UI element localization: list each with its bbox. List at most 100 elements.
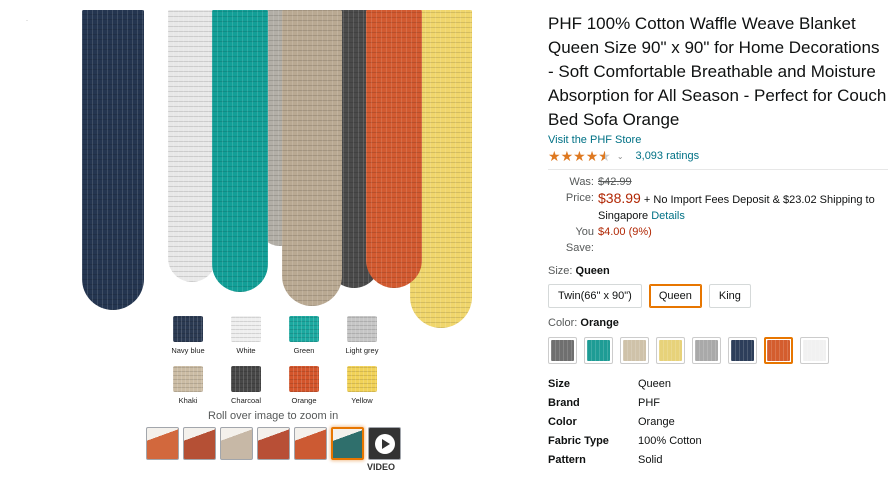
image-thumbnail[interactable] [294, 427, 327, 460]
size-section-label: Size: Queen [548, 265, 610, 277]
blanket-0 [82, 10, 144, 310]
image-thumbnail[interactable] [183, 427, 216, 460]
spec-key: Fabric Type [548, 434, 609, 447]
image-thumbnail[interactable] [146, 427, 179, 460]
color-option-image [623, 340, 646, 361]
size-option-button[interactable]: Queen [648, 284, 702, 308]
color-option-image [767, 340, 790, 361]
spec-row: Fabric Type 100% Cotton [548, 431, 888, 450]
color-option-swatch[interactable] [656, 337, 685, 364]
details-link[interactable]: Details [651, 210, 685, 222]
swatch-chart-box [289, 366, 319, 392]
color-option-image [731, 340, 754, 361]
spec-row: Size Queen [548, 374, 888, 393]
swatch-chart-label: Charcoal [230, 396, 261, 405]
color-options [548, 337, 888, 364]
color-option-image [659, 340, 682, 361]
selected-color: Orange [580, 317, 619, 329]
color-option-swatch[interactable] [692, 337, 721, 364]
spec-key: Size [548, 377, 571, 390]
selected-size: Queen [575, 265, 610, 277]
color-option-swatch[interactable] [584, 337, 613, 364]
video-thumbnail[interactable] [368, 427, 401, 460]
blanket-4 [282, 10, 342, 306]
color-option-image [551, 340, 574, 361]
color-option-swatch[interactable] [620, 337, 649, 364]
spec-key: Pattern [548, 453, 586, 466]
current-price: $38.99 [598, 190, 641, 206]
was-price: $42.99 [598, 176, 632, 188]
color-option-swatch[interactable] [728, 337, 757, 364]
divider [548, 169, 888, 170]
image-thumbnail[interactable] [220, 427, 253, 460]
price-label: Price: [565, 192, 594, 204]
swatch-chart-item: White [218, 316, 274, 355]
swatch-chart-label: White [236, 346, 256, 355]
swatch-chart-item: Charcoal [218, 366, 274, 405]
star-icon: ★ [585, 148, 599, 164]
play-icon [375, 434, 395, 454]
spec-key: Brand [548, 396, 580, 409]
spec-value: 100% Cotton [638, 434, 702, 447]
size-option-button[interactable]: King [708, 284, 751, 308]
spec-row: Pattern Solid [548, 450, 888, 469]
swatch-chart-label: Orange [291, 396, 317, 405]
spec-value: Queen [638, 377, 672, 390]
price-block: Was: $42.99 Price: $38.99 + No Import Fe… [548, 174, 888, 256]
main-product-image[interactable]: Navy blue White Green Light grey Khaki Charco… [70, 10, 476, 410]
blanket-2 [212, 10, 268, 292]
image-thumbnail[interactable] [257, 427, 290, 460]
product-info: PHF 100% Cotton Waffle Weave Blanket Que… [548, 12, 888, 469]
size-option-button[interactable]: Twin(66" x 90") [548, 284, 642, 308]
color-option-image [695, 340, 718, 361]
blanket-photo [70, 10, 476, 330]
swatch-chart-label: Khaki [178, 396, 198, 405]
swatch-chart-box [231, 366, 261, 392]
swatch-chart-item: Green [276, 316, 332, 355]
swatch-chart-box [347, 316, 377, 342]
spec-value: Orange [638, 415, 675, 428]
swatch-chart-label: Yellow [351, 396, 373, 405]
spec-key: Color [548, 415, 577, 428]
blanket-6 [366, 10, 422, 288]
swatch-chart-box [347, 366, 377, 392]
spec-row: Color Orange [548, 412, 888, 431]
color-option-swatch[interactable] [548, 337, 577, 364]
ratings-link[interactable]: 3,093 ratings [636, 150, 700, 162]
spec-value: PHF [638, 396, 660, 409]
star-icon: ★ [548, 148, 561, 164]
swatch-chart-item: Khaki [160, 366, 216, 405]
video-label[interactable]: VIDEO [367, 462, 395, 472]
color-option-swatch[interactable] [764, 337, 793, 364]
zoom-hint: Roll over image to zoom in [208, 410, 339, 422]
store-link[interactable]: Visit the PHF Store [548, 134, 888, 146]
you-save-label: You Save: [565, 226, 594, 254]
chevron-down-icon[interactable]: ⌄ [617, 152, 624, 161]
stray-mark: · [26, 18, 28, 24]
color-option-swatch[interactable] [800, 337, 829, 364]
star-icon: ★ [573, 148, 586, 164]
was-label: Was: [569, 176, 594, 188]
swatch-chart-box [173, 366, 203, 392]
blanket-1 [168, 10, 216, 282]
swatch-chart-item: Orange [276, 366, 332, 405]
swatch-chart-box [231, 316, 261, 342]
swatch-chart-item: Yellow [334, 366, 390, 405]
savings-amount: $4.00 (9%) [598, 226, 652, 238]
color-option-image [803, 340, 826, 361]
swatch-chart-item: Navy blue [160, 316, 216, 355]
shipping-info: + No Import Fees Deposit & $23.02 Shippi… [643, 194, 875, 206]
spec-table: Size Queen Brand PHF Color Orange Fabric Type 1… [548, 374, 888, 469]
rating-row: ★ ★ ★ ★ ★ ⌄ 3,093 ratings [548, 148, 888, 164]
swatch-chart-label: Light grey [345, 346, 379, 355]
swatch-chart-label: Navy blue [171, 346, 205, 355]
color-option-image [587, 340, 610, 361]
product-title: PHF 100% Cotton Waffle Weave Blanket Que… [548, 14, 887, 129]
star-icon: ★ [560, 148, 574, 164]
image-thumbnail[interactable] [331, 427, 364, 460]
size-options: Twin(66" x 90") Queen King [548, 284, 888, 308]
spec-value: Solid [638, 453, 663, 466]
star-rating[interactable]: ★ ★ ★ ★ ★ [548, 149, 611, 163]
color-section-label: Color: Orange [548, 317, 619, 329]
swatch-chart-box [173, 316, 203, 342]
